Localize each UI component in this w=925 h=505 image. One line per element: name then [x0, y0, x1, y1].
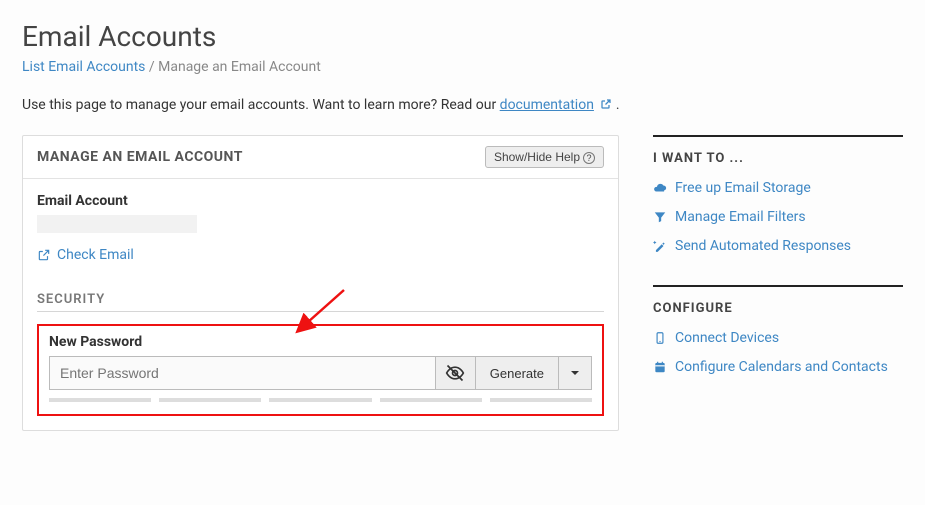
external-link-icon [600, 98, 612, 110]
documentation-link[interactable]: documentation [500, 97, 594, 113]
email-account-value [37, 215, 197, 233]
breadcrumb: List Email Accounts / Manage an Email Ac… [22, 59, 903, 75]
side-divider-2 [653, 285, 903, 287]
intro-text: Use this page to manage your email accou… [22, 97, 903, 113]
password-strength-meter [49, 398, 592, 402]
check-email-link[interactable]: Check Email [37, 247, 134, 263]
panel-title: MANAGE AN EMAIL ACCOUNT [37, 149, 243, 165]
device-icon [653, 331, 667, 345]
configure-title: CONFIGURE [653, 301, 903, 316]
breadcrumb-current: Manage an Email Account [158, 59, 321, 75]
email-account-label: Email Account [37, 193, 604, 209]
caret-down-icon [570, 368, 580, 378]
new-password-highlight: New Password Generate [37, 324, 604, 416]
security-heading: SECURITY [37, 292, 604, 307]
new-password-label: New Password [49, 334, 592, 350]
divider [37, 311, 604, 312]
i-want-to-title: I WANT TO ... [653, 151, 903, 166]
sidebar-item-connect-devices[interactable]: Connect Devices [653, 330, 779, 346]
cloud-icon [653, 181, 667, 195]
breadcrumb-sep: / [149, 59, 158, 75]
toggle-password-visibility-button[interactable] [435, 356, 475, 390]
sidebar-item-configure-calendars[interactable]: Configure Calendars and Contacts [653, 359, 888, 375]
eye-slash-icon [445, 363, 465, 383]
generate-password-button[interactable]: Generate [475, 356, 558, 390]
manage-panel: MANAGE AN EMAIL ACCOUNT Show/Hide Help? … [22, 135, 619, 431]
sidebar-item-manage-filters[interactable]: Manage Email Filters [653, 209, 806, 225]
side-divider [653, 135, 903, 137]
calendar-icon [653, 360, 667, 374]
help-icon: ? [583, 152, 595, 164]
new-password-input[interactable] [49, 356, 435, 390]
sidebar-item-automated-responses[interactable]: Send Automated Responses [653, 238, 851, 254]
open-icon [37, 248, 51, 262]
generate-options-dropdown[interactable] [558, 356, 592, 390]
breadcrumb-list-link[interactable]: List Email Accounts [22, 59, 145, 75]
sidebar-item-free-storage[interactable]: Free up Email Storage [653, 180, 811, 196]
page-title: Email Accounts [22, 20, 903, 53]
filter-icon [653, 210, 667, 224]
wand-icon [653, 239, 667, 253]
show-hide-help-button[interactable]: Show/Hide Help? [485, 146, 604, 168]
